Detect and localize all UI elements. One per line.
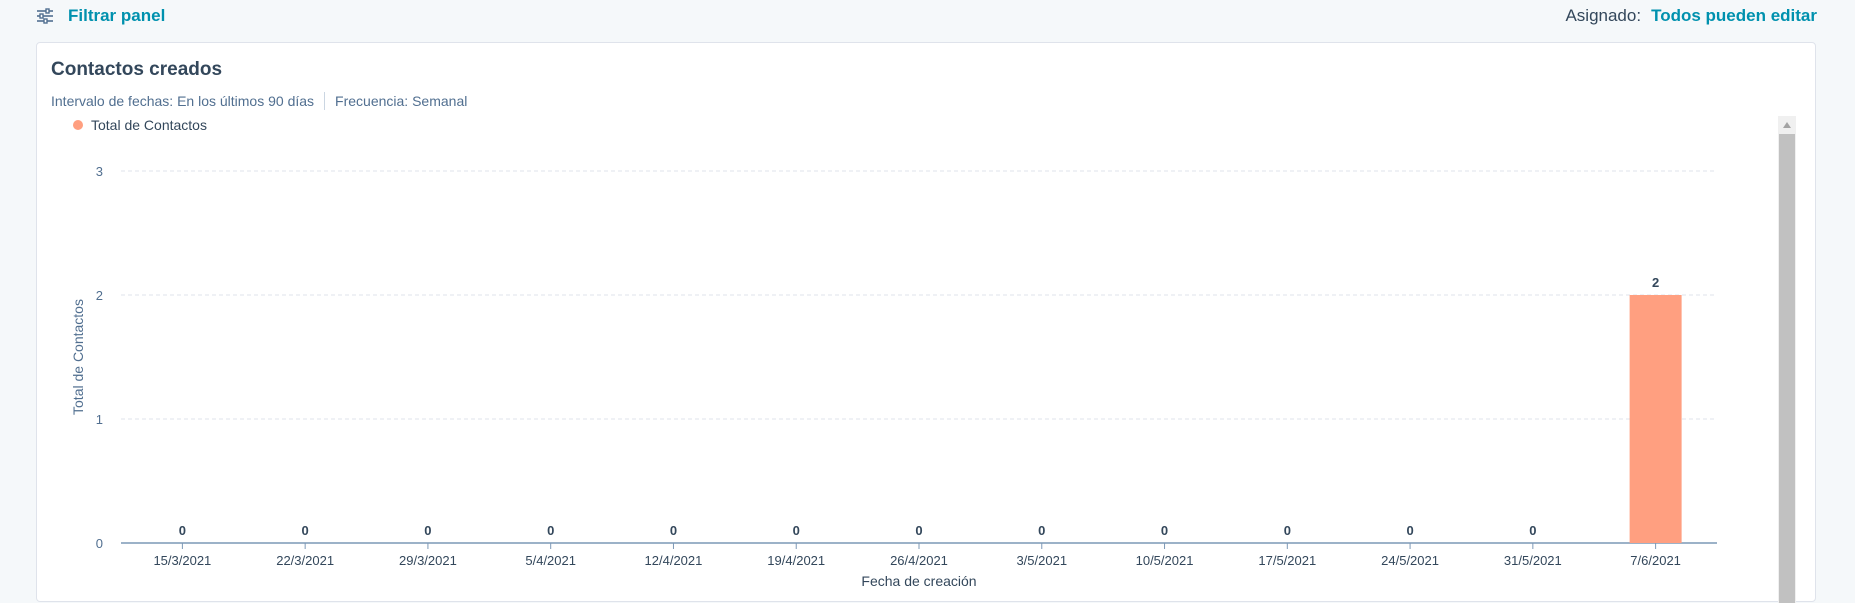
filter-panel-button[interactable]: Filtrar panel <box>36 4 165 28</box>
assigned-info: Asignado: Todos pueden editar <box>1565 4 1817 28</box>
bar-data-label: 0 <box>1406 523 1413 538</box>
y-axis-title: Total de Contactos <box>70 299 86 415</box>
scrollbar-thumb[interactable] <box>1779 134 1795 603</box>
x-tick-label: 26/4/2021 <box>890 553 948 568</box>
x-tick-label: 31/5/2021 <box>1504 553 1562 568</box>
vertical-scrollbar[interactable] <box>1778 116 1796 603</box>
y-tick-label: 1 <box>96 412 103 427</box>
bar-data-label: 0 <box>302 523 309 538</box>
x-tick-label: 10/5/2021 <box>1136 553 1194 568</box>
x-tick-label: 5/4/2021 <box>525 553 576 568</box>
bar-data-label: 0 <box>1284 523 1291 538</box>
x-tick-label: 19/4/2021 <box>767 553 825 568</box>
x-tick-label: 17/5/2021 <box>1258 553 1316 568</box>
x-tick-label: 24/5/2021 <box>1381 553 1439 568</box>
y-tick-label: 3 <box>96 164 103 179</box>
bar-data-label: 0 <box>1161 523 1168 538</box>
y-tick-label: 2 <box>96 288 103 303</box>
assigned-label: Asignado: <box>1565 6 1642 25</box>
assigned-value-link[interactable]: Todos pueden editar <box>1651 6 1817 26</box>
x-tick-label: 15/3/2021 <box>153 553 211 568</box>
x-tick-label: 7/6/2021 <box>1630 553 1681 568</box>
x-tick-label: 3/5/2021 <box>1016 553 1067 568</box>
bar-data-label: 0 <box>793 523 800 538</box>
sliders-icon <box>36 8 54 24</box>
y-tick-label: 0 <box>96 536 103 551</box>
x-tick-label: 22/3/2021 <box>276 553 334 568</box>
filter-panel-label: Filtrar panel <box>68 6 166 25</box>
bar-data-label: 0 <box>670 523 677 538</box>
x-tick-label: 12/4/2021 <box>645 553 703 568</box>
bar-data-label: 0 <box>547 523 554 538</box>
bar-data-label: 0 <box>1529 523 1536 538</box>
dashboard-toolbar: Filtrar panel Asignado: Todos pueden edi… <box>0 0 1855 36</box>
x-tick-label: 29/3/2021 <box>399 553 457 568</box>
bar-data-label: 0 <box>1038 523 1045 538</box>
bar-data-label: 0 <box>179 523 186 538</box>
bar-data-label: 0 <box>915 523 922 538</box>
caret-up-icon[interactable] <box>1778 116 1796 134</box>
bar-data-label: 2 <box>1652 275 1659 290</box>
x-axis-title: Fecha de creación <box>861 573 976 589</box>
bar <box>1629 295 1682 543</box>
bar-chart: 0 1 2 3 0 15/3/2021 0 22/3/2021 0 29/3/2021 0 5/4/2… <box>70 164 1717 589</box>
report-card: Contactos creados Intervalo de fechas: E… <box>36 42 1816 603</box>
bar-data-label: 0 <box>424 523 431 538</box>
